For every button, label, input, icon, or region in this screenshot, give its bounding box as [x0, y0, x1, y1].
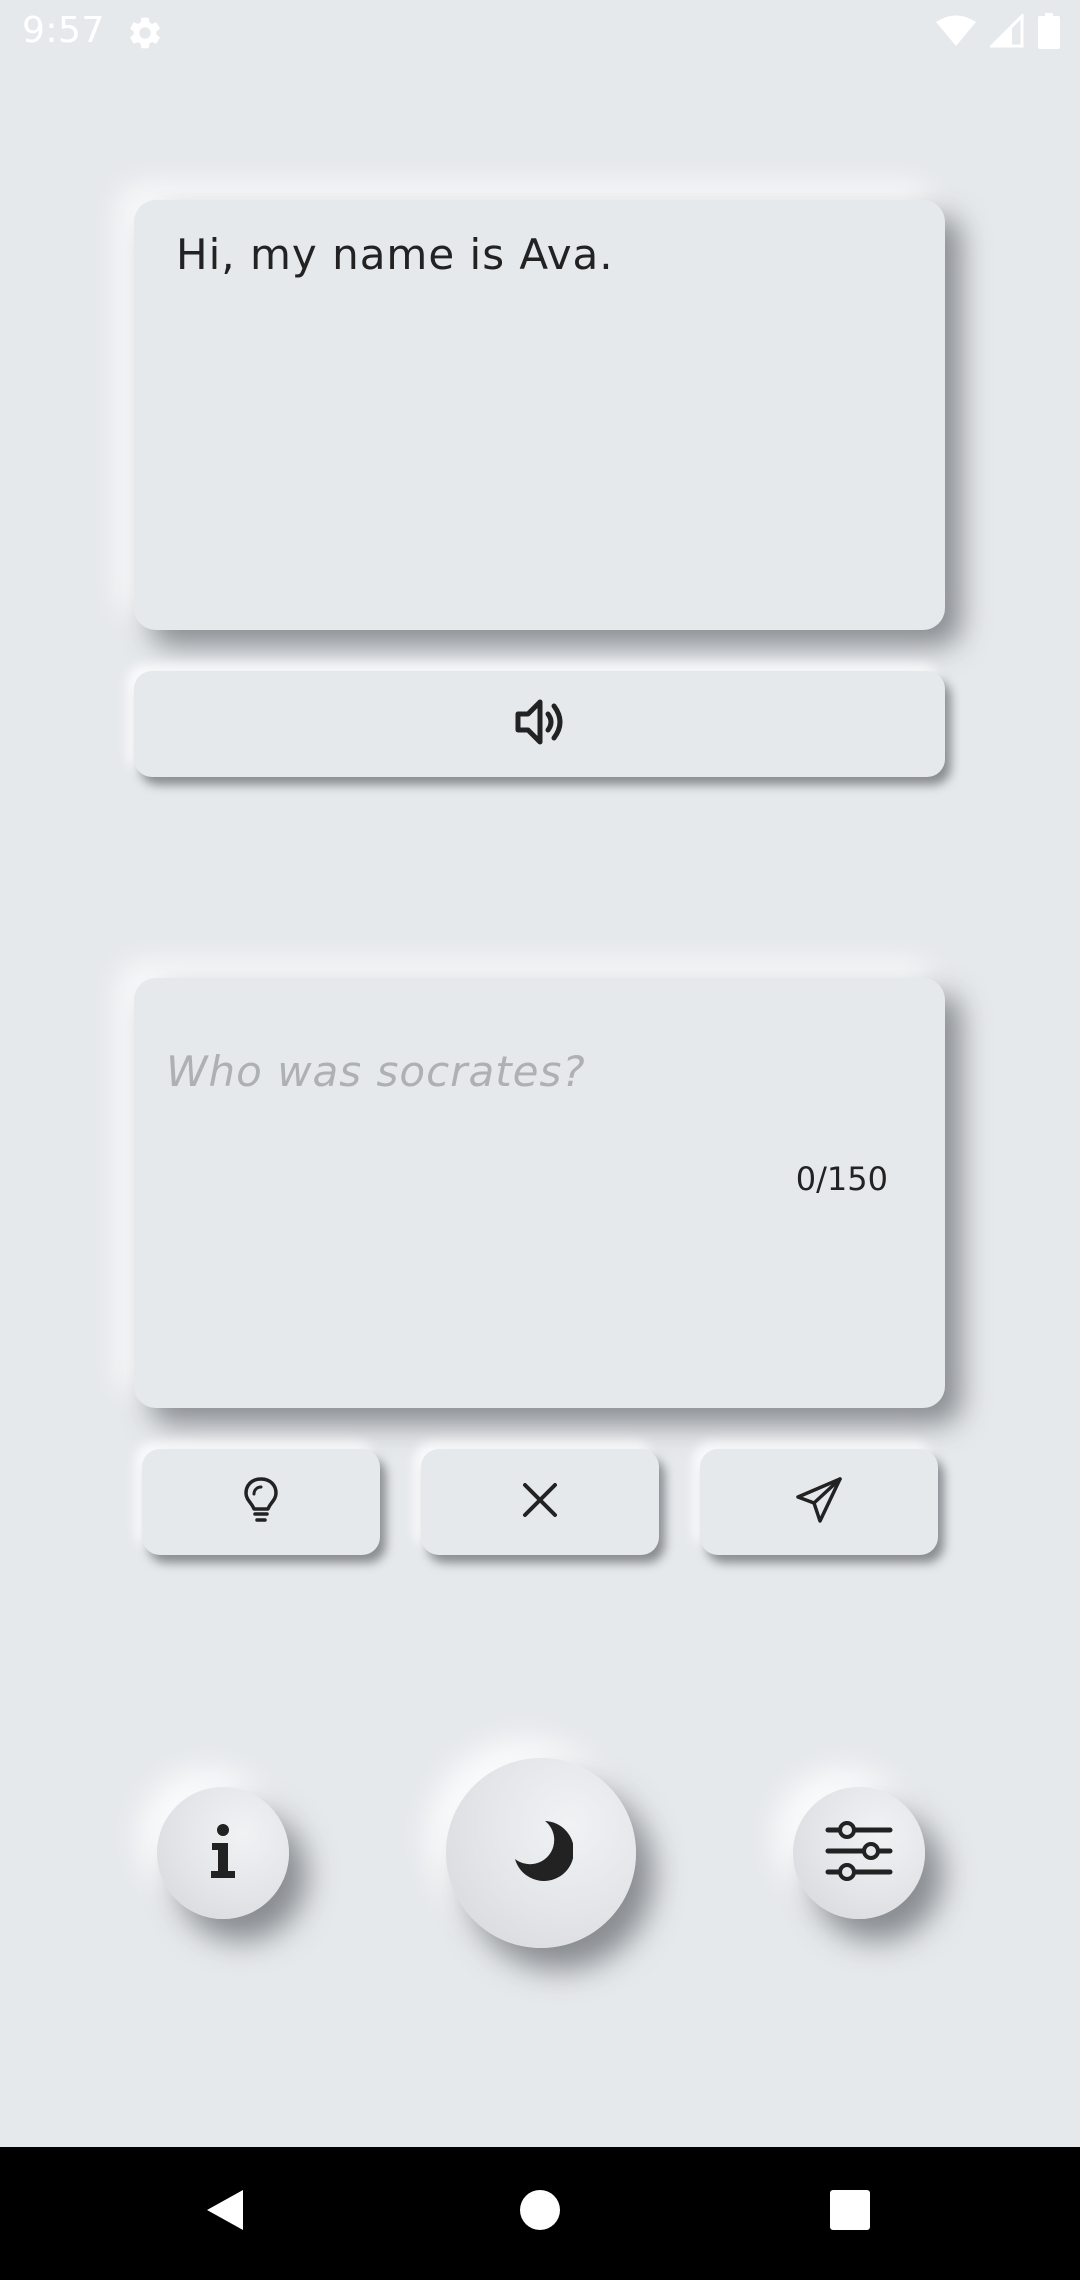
moon-icon: [509, 1819, 574, 1887]
response-card: Hi, my name is Ava.: [134, 200, 945, 630]
back-button[interactable]: [190, 2177, 260, 2247]
lightbulb-icon: [241, 1475, 281, 1529]
recents-button[interactable]: [815, 2177, 885, 2247]
paper-plane-icon: [794, 1475, 844, 1529]
wifi-icon: [936, 15, 976, 51]
question-input[interactable]: [164, 1046, 908, 1097]
home-button[interactable]: [505, 2177, 575, 2247]
recents-icon: [829, 2189, 871, 2235]
app-screen: 9:57 Hi, my name is Ava. Who was socrate…: [0, 0, 1080, 2280]
info-button[interactable]: [157, 1787, 289, 1919]
settings-button[interactable]: [793, 1787, 925, 1919]
signal-icon: [988, 12, 1024, 52]
sliders-icon: [825, 1820, 893, 1886]
question-card: 0/150: [134, 978, 945, 1408]
response-text: Hi, my name is Ava.: [176, 230, 614, 279]
home-icon: [518, 2188, 562, 2236]
speaker-icon: [512, 694, 568, 754]
character-counter: 0/150: [795, 1160, 888, 1198]
speak-button[interactable]: [134, 671, 945, 777]
close-icon: [520, 1480, 560, 1524]
clear-button[interactable]: [421, 1449, 659, 1555]
info-icon: [203, 1823, 243, 1883]
status-time: 9:57: [22, 10, 105, 51]
hint-button[interactable]: [142, 1449, 380, 1555]
gear-icon: [126, 14, 164, 52]
status-icons: [936, 12, 1060, 53]
theme-toggle-button[interactable]: [446, 1758, 636, 1948]
status-bar: 9:57: [0, 0, 1080, 66]
back-icon: [203, 2186, 247, 2238]
send-button[interactable]: [700, 1449, 938, 1555]
navigation-bar: [0, 2147, 1080, 2280]
battery-icon: [1038, 13, 1060, 53]
